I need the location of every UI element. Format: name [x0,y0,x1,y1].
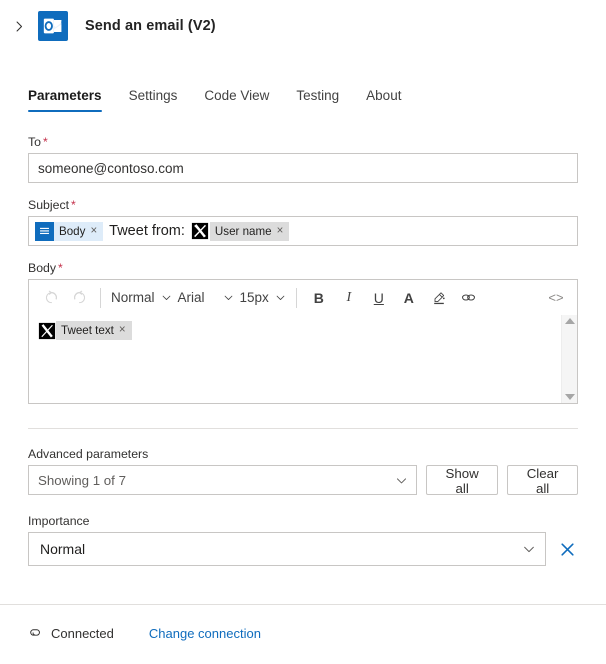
x-twitter-icon [191,222,210,241]
scroll-up-arrow[interactable] [564,318,575,324]
connection-row: Connected Change connection [0,605,606,641]
body-required-asterisk: * [58,261,63,275]
subject-label: Subject * [28,198,76,212]
paragraph-style-select[interactable]: Normal [108,284,175,312]
underline-button[interactable]: U [364,284,394,312]
x-logo-glyph [192,222,209,240]
outlook-glyph [43,18,62,34]
importance-dropdown[interactable]: Normal [28,532,546,566]
tab-bar: Parameters Settings Code View Testing Ab… [0,72,606,112]
subject-static-text: Tweet from: [109,223,185,239]
bold-button[interactable]: B [304,284,334,312]
font-size-value: 15px [239,290,269,305]
expand-chevron-button[interactable] [6,13,32,39]
chevron-down-glyph [397,477,407,483]
redo-button[interactable] [65,284,93,312]
field-subject: Subject * Body × Tweet from: User name × [28,198,578,246]
importance-label: Importance [28,514,90,528]
chevron-down-icon [395,474,408,487]
body-label: Body * [28,261,63,275]
card-header: Send an email (V2) [0,0,606,52]
token-user-name[interactable]: User name × [191,221,290,241]
font-family-value: Arial [177,290,205,305]
change-connection-link[interactable]: Change connection [149,626,261,641]
code-view-button[interactable]: <> [541,284,571,312]
toolbar-separator-2 [295,287,297,308]
token-user-name-remove[interactable]: × [277,222,284,241]
token-tweet-text-remove[interactable]: × [119,321,126,340]
undo-button[interactable] [37,284,65,312]
chevron-down-icon [162,295,170,300]
importance-value: Normal [40,541,86,557]
advanced-parameters-label: Advanced parameters [28,447,149,461]
page-title: Send an email (V2) [85,18,216,34]
token-body-label: Body × [54,221,104,241]
chevron-down-icon [224,295,232,300]
tab-code-view[interactable]: Code View [204,88,269,112]
font-color-button[interactable]: A [394,284,424,312]
editor-scrollbar[interactable] [561,315,577,403]
chevron-down-icon [276,295,285,300]
tab-testing[interactable]: Testing [296,88,339,112]
link-button[interactable] [454,284,484,312]
body-list-icon [35,221,54,241]
advanced-parameters-row: Showing 1 of 7 Show all Clear all [28,465,578,496]
section-divider [28,428,578,429]
field-body: Body * Normal Arial 15px B I U A <> Twee… [28,261,578,404]
chevron-down-glyph [524,546,534,553]
importance-section: Importance Normal [0,514,606,566]
importance-row: Normal [28,532,578,566]
font-size-select[interactable]: 15px [237,284,289,312]
token-tweet-text-label: Tweet text × [56,321,132,340]
to-input[interactable]: someone@contoso.com [28,153,578,183]
body-rich-text-editor[interactable]: Normal Arial 15px B I U A <> Tweet text … [28,279,578,404]
to-label: To * [28,135,48,149]
redo-icon [73,290,85,304]
subject-required-asterisk: * [71,198,76,212]
token-body[interactable]: Body × [35,221,104,241]
scroll-down-arrow[interactable] [564,394,575,400]
parameters-form: To * someone@contoso.com Subject * Body × [0,135,606,404]
advanced-parameters-section: Advanced parameters Showing 1 of 7 Show … [0,447,606,496]
chevron-down-icon [522,542,536,556]
tab-parameters[interactable]: Parameters [28,88,102,112]
toolbar-separator-1 [100,287,101,308]
outlook-icon [38,11,68,41]
connection-status: Connected [51,626,114,641]
italic-button[interactable]: I [334,284,364,312]
link-icon [462,294,476,301]
token-tweet-text[interactable]: Tweet text × [37,321,132,340]
field-to: To * someone@contoso.com [28,135,578,183]
advanced-parameters-dropdown[interactable]: Showing 1 of 7 [28,465,418,495]
highlight-icon [434,291,445,304]
clear-all-button[interactable]: Clear all [507,465,578,496]
highlight-button[interactable] [424,284,454,312]
x-logo-glyph [38,322,55,339]
font-family-select[interactable]: Arial [175,284,237,312]
undo-icon [45,290,57,304]
editor-content-area[interactable]: Tweet text × [29,315,577,403]
close-icon [560,542,574,556]
token-body-remove[interactable]: × [90,222,97,241]
editor-toolbar: Normal Arial 15px B I U A <> [29,280,577,315]
connection-icon [28,626,43,641]
remove-importance-button[interactable] [556,538,578,560]
card-footer: Connected Change connection [0,604,606,664]
editor-content[interactable]: Tweet text × [37,321,561,403]
advanced-parameters-value: Showing 1 of 7 [38,472,126,488]
token-user-name-label: User name × [209,221,290,241]
tab-settings[interactable]: Settings [129,88,178,112]
tab-about[interactable]: About [366,88,401,112]
link-chain-glyph [30,629,40,636]
to-required-asterisk: * [43,135,48,149]
x-twitter-icon [37,321,56,340]
chevron-right-icon [16,21,22,31]
paragraph-style-value: Normal [111,290,155,305]
show-all-button[interactable]: Show all [426,465,499,496]
subject-input[interactable]: Body × Tweet from: User name × [28,216,578,246]
list-lines-glyph [40,227,49,234]
